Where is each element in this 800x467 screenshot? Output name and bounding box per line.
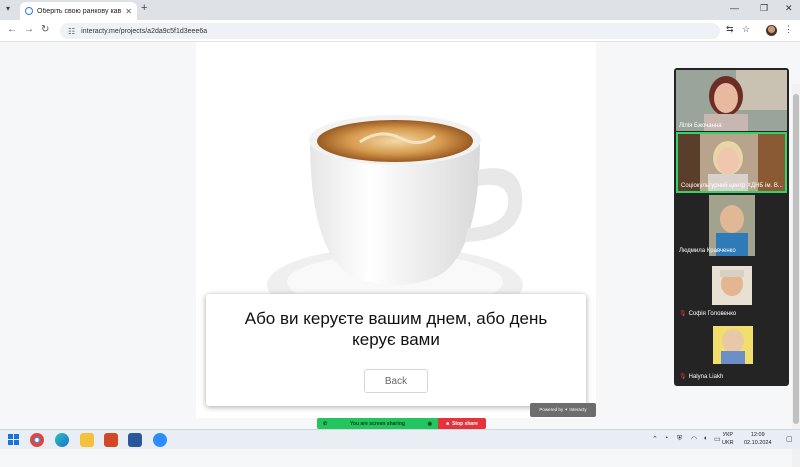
video-participants-panel: Лілія Бжочанна Соціокультурний центр ХДН… bbox=[674, 68, 789, 386]
clock-time: 12:09 bbox=[750, 432, 765, 438]
participant-name: 🎙 Софія Головенко bbox=[679, 311, 737, 317]
screen-share-bar: ✆ You are screen sharing ◉ ■ Stop share bbox=[317, 418, 486, 429]
address-bar[interactable]: ☷ interacty.me/projects/a2da9c5f1d3eee6a bbox=[60, 23, 720, 39]
bookmark-star-icon[interactable]: ☆ bbox=[742, 24, 750, 35]
clock-date: 02.10.2024 bbox=[744, 440, 772, 446]
participant-video bbox=[676, 70, 787, 131]
participant-name: Лілія Бжочанна bbox=[679, 123, 722, 129]
forward-arrow-icon[interactable]: → bbox=[24, 24, 34, 35]
muted-mic-icon: 🎙 bbox=[679, 374, 687, 380]
tab-search-icon[interactable]: ▾ bbox=[6, 4, 10, 13]
participant-video bbox=[676, 195, 787, 256]
site-info-icon[interactable]: ☷ bbox=[68, 27, 75, 36]
language-code-secondary: UKR bbox=[722, 440, 734, 446]
close-window-icon[interactable]: ✕ bbox=[785, 3, 793, 14]
new-tab-button[interactable]: + bbox=[141, 2, 147, 14]
stop-share-button[interactable]: ■ Stop share bbox=[438, 418, 486, 429]
question-box: Або ви керуєте вашим днем, або день керу… bbox=[206, 294, 586, 406]
participant-tile[interactable]: 🎙 Halyna Liakh bbox=[676, 321, 787, 382]
stop-icon: ■ bbox=[446, 420, 450, 427]
browser-tabstrip: ▾ Оберіть свою ранкову каву! | ✕ + — ❐ ✕ bbox=[0, 0, 800, 20]
stop-share-label: Stop share bbox=[452, 420, 478, 427]
participant-name: 🎙 Halyna Liakh bbox=[679, 374, 724, 380]
powered-by-badge[interactable]: Powered by ✦ Interacty bbox=[530, 403, 596, 417]
close-tab-icon[interactable]: ✕ bbox=[125, 7, 132, 16]
translate-icon[interactable]: ⇆ bbox=[726, 24, 734, 35]
wifi-icon[interactable]: ◠ bbox=[691, 435, 697, 443]
edge-icon[interactable] bbox=[55, 433, 69, 447]
question-text: Або ви керуєте вашим днем, або день керу… bbox=[244, 309, 548, 349]
network-icon[interactable]: ◔ bbox=[664, 435, 668, 442]
browser-tab-active[interactable]: Оберіть свою ранкову каву! | ✕ bbox=[20, 2, 137, 20]
volume-icon[interactable]: ◖ bbox=[703, 435, 707, 442]
page-scrollbar[interactable] bbox=[792, 84, 800, 467]
reload-icon[interactable]: ↻ bbox=[41, 24, 49, 35]
minimize-icon[interactable]: — bbox=[730, 3, 739, 13]
interacty-favicon-icon bbox=[25, 7, 33, 15]
url-text: interacty.me/projects/a2da9c5f1d3eee6a bbox=[81, 27, 208, 35]
windows-start-icon[interactable] bbox=[8, 434, 19, 445]
muted-mic-icon: 🎙 bbox=[679, 311, 687, 317]
participant-name: Соціокультурний центр ХДНБ ім. В... bbox=[681, 183, 783, 189]
word-icon[interactable] bbox=[128, 433, 142, 447]
participant-name: Людмила Кравченко bbox=[679, 248, 736, 254]
browser-toolbar: ← → ↻ ☷ interacty.me/projects/a2da9c5f1d… bbox=[0, 20, 800, 42]
notifications-icon[interactable]: ▢ bbox=[786, 435, 793, 443]
tab-title: Оберіть свою ранкову каву! | bbox=[37, 7, 122, 15]
language-indicator[interactable]: УКР UKR bbox=[722, 431, 734, 447]
shield-icon: ◉ bbox=[427, 420, 432, 427]
chrome-icon[interactable] bbox=[30, 433, 44, 447]
screen-sharing-status: You are screen sharing bbox=[349, 420, 405, 427]
profile-avatar[interactable] bbox=[766, 25, 777, 36]
zoom-icon[interactable] bbox=[153, 433, 167, 447]
language-code: УКР bbox=[722, 432, 733, 438]
windows-taskbar: ⌃ ◔ ⛨ ◠ ◖ ▭ УКР UKR 12:09 02.10.2024 ▢ bbox=[0, 429, 800, 449]
back-arrow-icon[interactable]: ← bbox=[7, 24, 17, 35]
powerpoint-icon[interactable] bbox=[104, 433, 118, 447]
back-button[interactable]: Back bbox=[364, 369, 428, 393]
participant-tile[interactable]: Людмила Кравченко bbox=[676, 195, 787, 256]
file-explorer-icon[interactable] bbox=[80, 433, 94, 447]
screen-sharing-indicator[interactable]: ✆ You are screen sharing ◉ bbox=[317, 418, 438, 429]
system-clock[interactable]: 12:09 02.10.2024 bbox=[744, 431, 772, 447]
participant-tile[interactable]: 🎙 Софія Головенко bbox=[676, 258, 787, 319]
phone-icon: ✆ bbox=[323, 420, 328, 427]
menu-icon[interactable]: ⋮ bbox=[784, 24, 793, 35]
battery-icon[interactable]: ▭ bbox=[714, 435, 721, 443]
participant-tile-active-speaker[interactable]: Соціокультурний центр ХДНБ ім. В... bbox=[676, 132, 787, 193]
tray-overflow-icon[interactable]: ⌃ bbox=[652, 435, 658, 443]
participant-tile[interactable]: Лілія Бжочанна bbox=[676, 70, 787, 131]
maximize-icon[interactable]: ❐ bbox=[760, 3, 768, 14]
security-icon[interactable]: ⛨ bbox=[677, 435, 682, 443]
